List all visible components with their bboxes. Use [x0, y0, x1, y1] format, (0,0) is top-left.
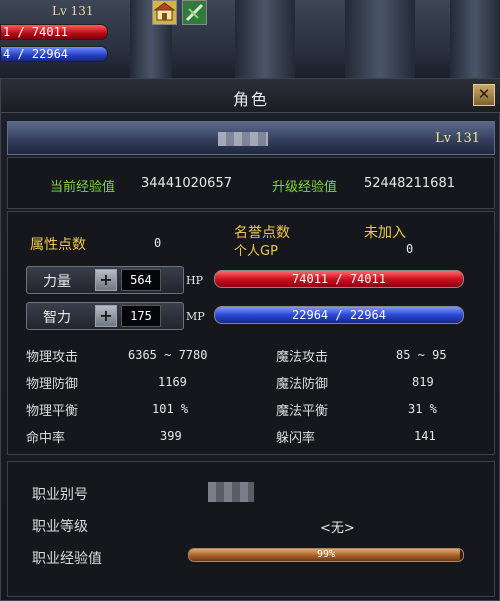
honor-label: 名誉点数 — [234, 225, 290, 241]
scene-pillar — [345, 0, 415, 80]
mag-def-value: 819 — [412, 375, 434, 389]
hp-label: HP — [186, 274, 203, 287]
job-exp-percent: 99% — [316, 549, 336, 560]
job-level-label: 职业等级 — [32, 519, 88, 535]
intelligence-label: 智力 — [43, 310, 71, 326]
attr-points-value: 0 — [154, 236, 162, 250]
strength-row: 力量 + 564 — [26, 266, 184, 294]
attributes-panel: 属性点数 0 名誉点数 未加入 个人GP 0 力量 + 564 HP 74011… — [7, 211, 495, 455]
gp-value: 0 — [406, 242, 414, 256]
attr-points-label: 属性点数 — [30, 237, 86, 253]
character-level: Lv 131 — [435, 131, 480, 146]
job-exp-label: 职业经验值 — [32, 551, 102, 567]
job-level-value: <无> — [320, 521, 355, 536]
character-name-blurred — [218, 132, 268, 146]
phys-bal-value: 101 % — [152, 402, 189, 416]
mp-label: MP — [186, 310, 205, 323]
next-exp-value: 52448211681 — [364, 176, 455, 191]
character-header: Lv 131 — [7, 121, 495, 155]
mag-bal-label: 魔法平衡 — [276, 404, 329, 419]
intelligence-value: 175 — [121, 305, 161, 327]
scene-pillar — [450, 0, 500, 80]
phys-bal-label: 物理平衡 — [26, 404, 79, 419]
hp-bar: 74011 / 74011 — [214, 270, 464, 288]
strength-value: 564 — [121, 269, 161, 291]
mag-atk-value: 85 ~ 95 — [396, 348, 447, 362]
scene-pillar — [235, 0, 295, 80]
hud-level: Lv 131 — [52, 4, 94, 18]
honor-status: 未加入 — [364, 225, 406, 241]
phys-def-label: 物理防御 — [26, 377, 79, 392]
current-exp-label: 当前经验值 — [50, 180, 116, 195]
dodge-value: 141 — [414, 429, 436, 443]
dodge-label: 躲闪率 — [276, 431, 316, 446]
job-panel: 职业别号 职业等级 <无> 职业经验值 99% — [7, 461, 495, 597]
current-exp-value: 34441020657 — [141, 176, 232, 191]
experience-panel: 当前经验值 34441020657 升级经验值 52448211681 — [7, 157, 495, 209]
gp-label: 个人GP — [234, 244, 278, 259]
buff-icon[interactable] — [182, 0, 207, 25]
intelligence-plus-button[interactable]: + — [95, 305, 117, 327]
hud-mp-bar: 4 / 22964 — [0, 46, 108, 62]
phys-atk-value: 6365 ~ 7780 — [128, 348, 208, 362]
hit-value: 399 — [160, 429, 182, 443]
mag-atk-label: 魔法攻击 — [276, 350, 329, 365]
intelligence-row: 智力 + 175 — [26, 302, 184, 330]
mag-bal-value: 31 % — [408, 402, 437, 416]
mag-def-label: 魔法防御 — [276, 377, 329, 392]
job-alias-label: 职业别号 — [32, 487, 88, 503]
job-alias-blurred — [208, 482, 254, 502]
hit-label: 命中率 — [26, 431, 66, 446]
window-titlebar[interactable]: 角色 ✕ — [1, 79, 500, 113]
hud-hp-bar: 1 / 74011 — [0, 24, 108, 40]
phys-atk-label: 物理攻击 — [26, 350, 79, 365]
strength-label: 力量 — [43, 274, 71, 290]
strength-plus-button[interactable]: + — [95, 269, 117, 291]
character-window: 角色 ✕ Lv 131 当前经验值 34441020657 升级经验值 5244… — [0, 78, 500, 601]
job-exp-bar: 99% — [188, 548, 464, 562]
close-icon[interactable]: ✕ — [473, 84, 495, 106]
buff-icon[interactable] — [152, 0, 177, 25]
next-exp-label: 升级经验值 — [272, 180, 338, 195]
mp-bar: 22964 / 22964 — [214, 306, 464, 324]
phys-def-value: 1169 — [158, 375, 187, 389]
window-title: 角色 — [232, 90, 269, 109]
